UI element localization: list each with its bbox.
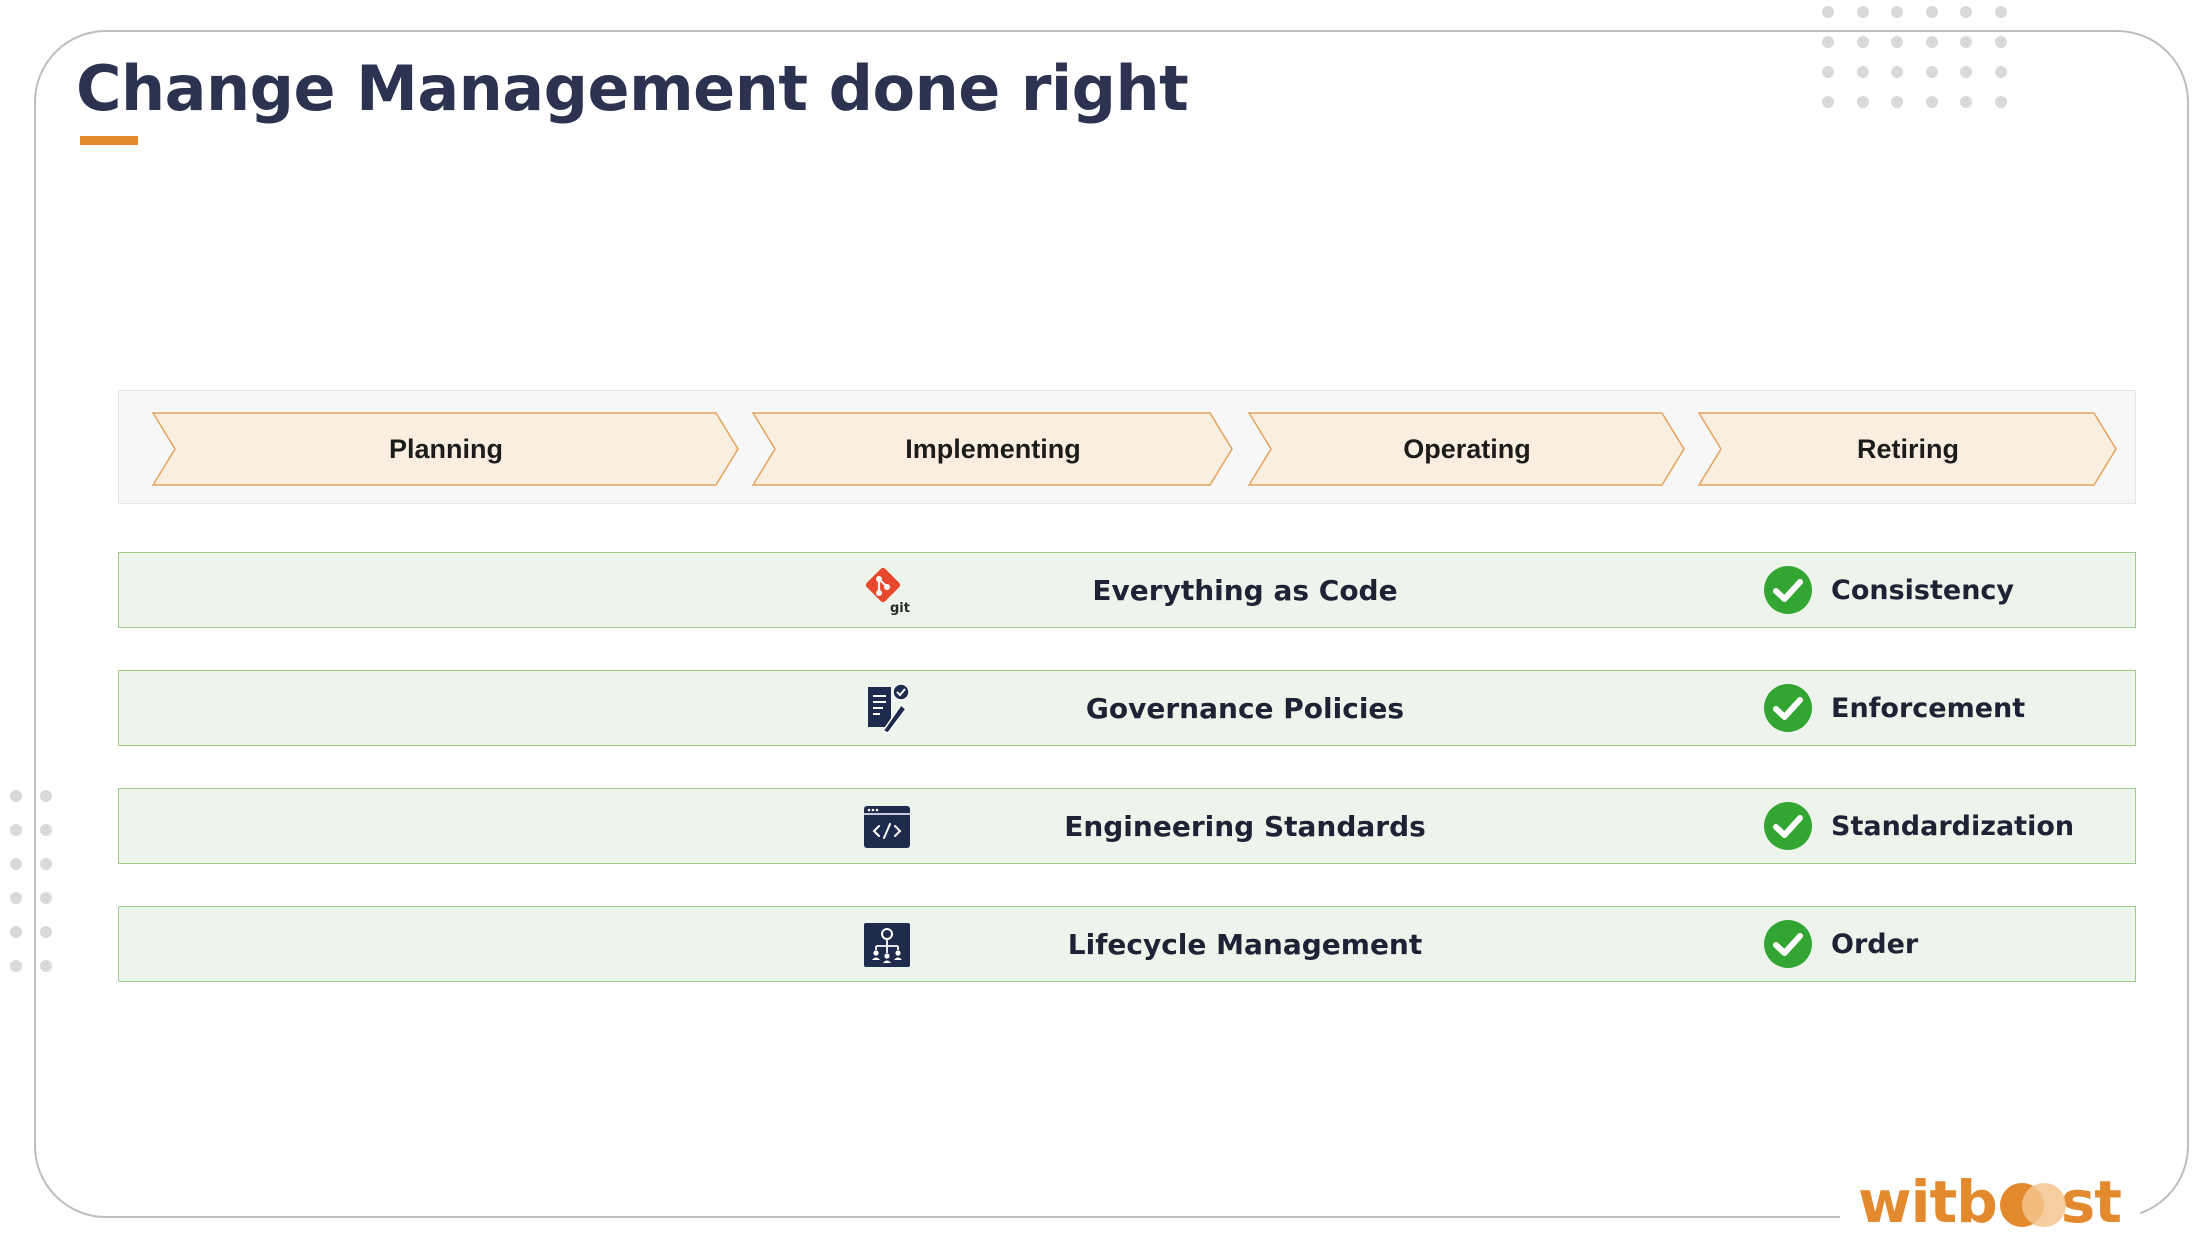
svg-text:git: git xyxy=(890,601,910,616)
phase-chevron-retiring: Retiring xyxy=(1698,412,2118,486)
decorative-dot-grid-top-right xyxy=(1822,6,2007,108)
pillar-title: Governance Policies xyxy=(1085,691,1405,725)
pillar-title: Engineering Standards xyxy=(1064,809,1426,843)
phase-label: Implementing xyxy=(905,433,1081,464)
phase-chevron-implementing: Implementing xyxy=(752,412,1234,486)
phase-label: Operating xyxy=(1403,433,1531,464)
check-circle-icon xyxy=(1764,684,1812,732)
org-hierarchy-icon xyxy=(864,923,910,967)
pillar-benefit: Order xyxy=(1831,928,1919,960)
title-underline xyxy=(80,136,138,145)
phase-label: Planning xyxy=(389,433,503,464)
logo-text-start: witb xyxy=(1858,1168,1998,1236)
phase-chevron-planning: Planning xyxy=(152,412,740,486)
pillar-benefit: Standardization xyxy=(1831,810,2075,842)
page-title: Change Management done right xyxy=(76,52,1189,125)
logo-text-end: st xyxy=(2060,1168,2122,1236)
pillar-benefit: Enforcement xyxy=(1831,692,2026,724)
witboost-logo: witb st xyxy=(1858,1168,2122,1236)
pillar-title: Everything as Code xyxy=(1092,573,1398,607)
pillar-title: Lifecycle Management xyxy=(1067,927,1423,961)
check-circle-icon xyxy=(1764,802,1812,850)
git-icon: git xyxy=(865,567,910,616)
phase-label: Retiring xyxy=(1856,433,1959,464)
decorative-dot-grid-left xyxy=(10,790,52,972)
logo-double-circle-icon xyxy=(1999,1183,2066,1227)
pillar-row-governance-policies: Governance Policies Enforcement xyxy=(118,670,2136,746)
pillar-row-everything-as-code: git Everything as Code Consistency xyxy=(118,552,2136,628)
pillar-row-engineering-standards: Engineering Standards Standardization xyxy=(118,788,2136,864)
pillar-row-lifecycle-management: Lifecycle Management Order xyxy=(118,906,2136,982)
phase-chevron-operating: Operating xyxy=(1248,412,1686,486)
policy-document-icon xyxy=(868,683,910,734)
code-window-icon xyxy=(864,806,910,848)
check-circle-icon xyxy=(1764,566,1812,614)
pillar-benefit: Consistency xyxy=(1831,574,2015,606)
check-circle-icon xyxy=(1764,920,1812,968)
